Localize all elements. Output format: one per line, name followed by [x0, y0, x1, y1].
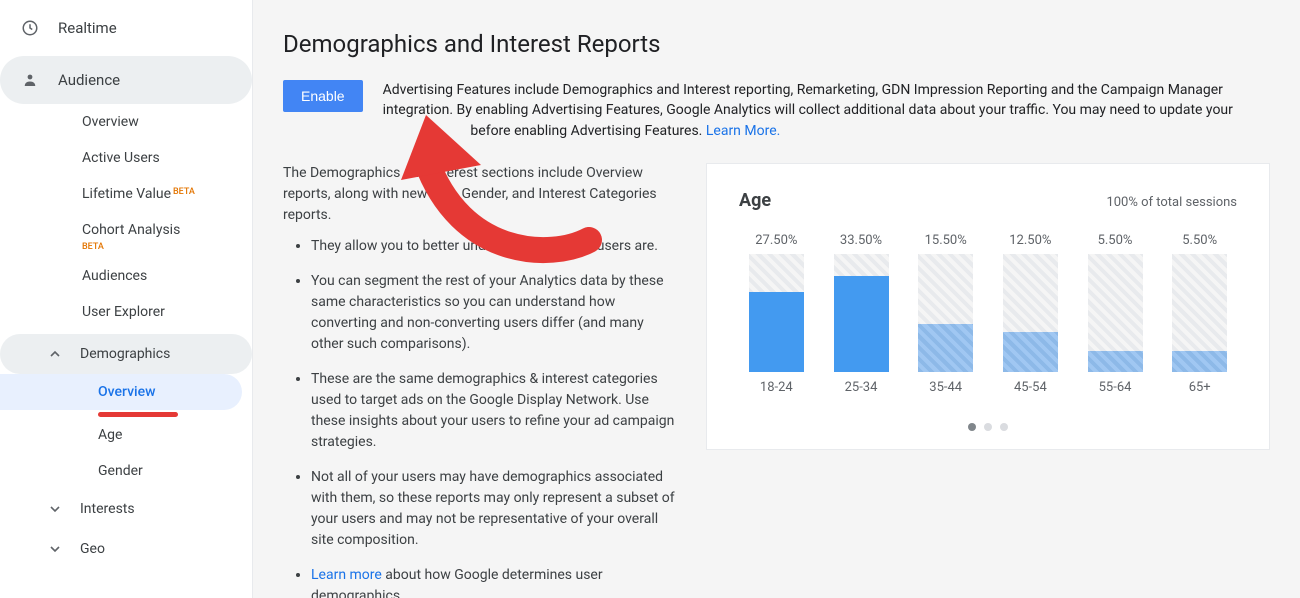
bar-pct: 12.50% [1009, 233, 1051, 248]
learn-more-link[interactable]: Learn More. [706, 123, 780, 139]
chart-subtitle: 100% of total sessions [1106, 195, 1237, 210]
bar-cat: 65+ [1189, 380, 1211, 395]
nav-demographics[interactable]: Demographics [0, 334, 252, 374]
nav-demographics-label: Demographics [80, 346, 170, 362]
nav-audience[interactable]: Audience [0, 56, 252, 104]
bar-box [834, 254, 889, 372]
bullet-list: They allow you to better understand who … [283, 236, 676, 598]
bar-cat: 35-44 [929, 380, 962, 395]
bar-45-54: 12.50% 45-54 [993, 233, 1068, 395]
chevron-down-icon [48, 504, 62, 514]
sidebar-item-active-users[interactable]: Active Users [0, 140, 252, 176]
bar-pct: 27.50% [755, 233, 797, 248]
sidebar: Realtime Audience OverviewActive UsersLi… [0, 0, 253, 598]
sidebar-item-audiences[interactable]: Audiences [0, 258, 252, 294]
notice-text: Advertising Features include Demographic… [383, 80, 1270, 141]
bullet-learn-demo: Learn more about how Google determines u… [311, 565, 676, 598]
bar-box [1172, 254, 1227, 372]
page-title: Demographics and Interest Reports [283, 30, 1270, 58]
nav-geo[interactable]: Geo [0, 529, 252, 569]
bullet-2: These are the same demographics & intere… [311, 369, 676, 453]
nav-interests[interactable]: Interests [0, 489, 252, 529]
bar-cat: 18-24 [760, 380, 793, 395]
bar-18-24: 27.50% 18-24 [739, 233, 814, 395]
bar-box [749, 254, 804, 372]
bullet-0: They allow you to better understand who … [311, 236, 676, 257]
dot-3[interactable] [1000, 423, 1008, 431]
intro-text: The Demographics and Interest sections i… [283, 163, 676, 226]
bar-55-64: 5.50% 55-64 [1078, 233, 1153, 395]
bar-box [918, 254, 973, 372]
bar-pct: 5.50% [1182, 233, 1217, 248]
bullet-3: Not all of your users may have demograph… [311, 467, 676, 551]
age-chart-card: Age 100% of total sessions 27.50% 18-24 33… [706, 163, 1270, 450]
bar-cat: 55-64 [1099, 380, 1132, 395]
dot-2[interactable] [984, 423, 992, 431]
dot-1[interactable] [968, 423, 976, 431]
bar-cat: 25-34 [845, 380, 878, 395]
chevron-up-icon [48, 349, 62, 359]
bar-25-34: 33.50% 25-34 [824, 233, 899, 395]
bullet-1: You can segment the rest of your Analyti… [311, 271, 676, 355]
bar-cat: 45-54 [1014, 380, 1047, 395]
sidebar-item-overview[interactable]: Overview [0, 104, 252, 140]
chart-bars: 27.50% 18-24 33.50% 25-34 15.50% 35-44 12.50% 4… [739, 233, 1237, 395]
enable-button[interactable]: Enable [283, 80, 363, 112]
bar-pct: 15.50% [925, 233, 967, 248]
clock-icon [20, 19, 40, 37]
carousel-dots [739, 423, 1237, 431]
description-column: The Demographics and Interest sections i… [283, 163, 676, 598]
main: Demographics and Interest Reports Enable… [253, 0, 1300, 598]
notice-mid: before enabling Advertising Features. [470, 123, 705, 139]
nav-realtime-label: Realtime [58, 19, 117, 37]
bar-box [1003, 254, 1058, 372]
bar-35-44: 15.50% 35-44 [908, 233, 983, 395]
nav-realtime[interactable]: Realtime [0, 0, 252, 56]
bar-pct: 33.50% [840, 233, 882, 248]
nav-interests-label: Interests [80, 501, 135, 517]
sidebar-item-demo-gender[interactable]: Gender [0, 453, 252, 489]
sidebar-item-demo-overview[interactable]: Overview [0, 374, 242, 410]
sidebar-item-lifetime-value[interactable]: Lifetime ValueBETA [0, 176, 252, 212]
nav-geo-label: Geo [80, 541, 105, 557]
nav-audience-label: Audience [58, 71, 120, 89]
bar-pct: 5.50% [1098, 233, 1133, 248]
bar-65+: 5.50% 65+ [1162, 233, 1237, 395]
sidebar-item-demo-age[interactable]: Age [0, 417, 252, 453]
chevron-down-icon [48, 544, 62, 554]
user-icon [20, 71, 40, 89]
chart-title: Age [739, 190, 771, 211]
bar-box [1088, 254, 1143, 372]
enable-notice: Enable Advertising Features include Demo… [283, 80, 1270, 141]
beta-label: BETA [0, 242, 252, 258]
sidebar-item-user-explorer[interactable]: User Explorer [0, 294, 252, 330]
bullet-learn-demo-link[interactable]: Learn more [311, 567, 382, 583]
notice-body: Advertising Features include Demographic… [383, 82, 1233, 118]
